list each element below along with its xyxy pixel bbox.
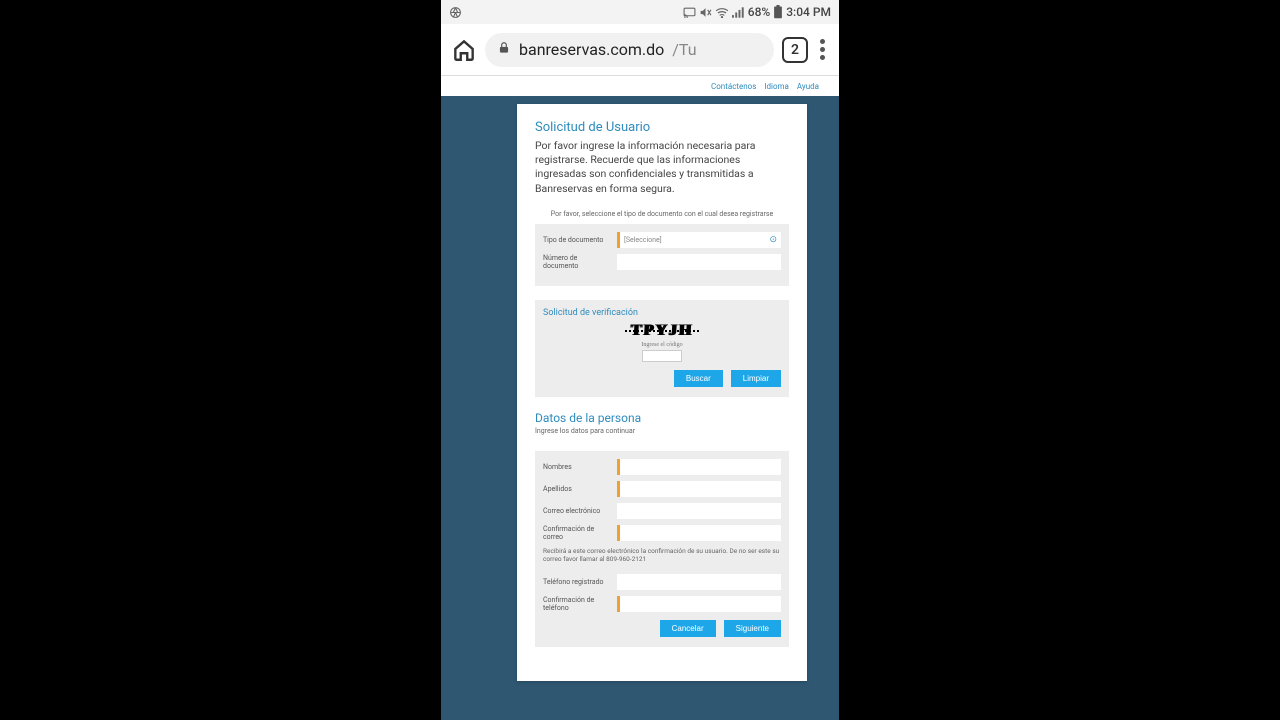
- person-section: Nombres Apellidos Correo electrónico Con…: [535, 451, 789, 647]
- page-viewport: Contáctenos Idioma Ayuda Solicitud de Us…: [441, 76, 839, 720]
- phone-confirm-label: Confirmación de teléfono: [543, 596, 611, 612]
- header-links: Contáctenos Idioma Ayuda: [441, 76, 839, 96]
- nombres-label: Nombres: [543, 463, 611, 471]
- battery-text: 68%: [748, 5, 770, 19]
- email-confirm-input[interactable]: [617, 525, 781, 541]
- battery-icon: [773, 5, 783, 19]
- phone-confirm-input[interactable]: [617, 596, 781, 612]
- captcha-hint: Ingrese el código: [641, 342, 682, 348]
- email-note: Recibirá a este correo electrónico la co…: [543, 547, 781, 564]
- mute-icon: [699, 6, 712, 19]
- captcha-input[interactable]: [642, 350, 682, 362]
- signal-icon: [732, 7, 745, 18]
- document-section: Tipo de documento [Seleccione] ⊙ Número …: [535, 224, 789, 286]
- doc-num-input[interactable]: [617, 254, 781, 270]
- doc-num-label: Número de documento: [543, 254, 611, 270]
- home-icon[interactable]: [451, 37, 477, 63]
- email-confirm-label: Confirmación de correo: [543, 525, 611, 541]
- nombres-input[interactable]: [617, 459, 781, 475]
- chevron-down-icon: ⊙: [769, 235, 777, 245]
- verification-section: Solicitud de verificación TPYJH Ingrese …: [535, 300, 789, 397]
- registration-card: Solicitud de Usuario Por favor ingrese l…: [517, 104, 807, 681]
- lock-icon: [497, 40, 511, 59]
- cast-icon: [683, 7, 696, 18]
- url-domain: banreservas.com.do: [519, 40, 664, 59]
- apellidos-input[interactable]: [617, 481, 781, 497]
- doc-type-select[interactable]: [Seleccione] ⊙: [617, 232, 781, 248]
- email-label: Correo electrónico: [543, 507, 611, 515]
- email-input[interactable]: [617, 503, 781, 519]
- phone-input[interactable]: [617, 574, 781, 590]
- clock-text: 3:04 PM: [786, 5, 831, 19]
- apellidos-label: Apellidos: [543, 485, 611, 493]
- person-sub: Ingrese los datos para continuar: [535, 427, 789, 435]
- menu-icon[interactable]: [816, 35, 829, 64]
- captcha-image: TPYJH: [630, 322, 693, 340]
- cancelar-button[interactable]: Cancelar: [660, 620, 716, 637]
- link-language[interactable]: Idioma: [764, 82, 789, 91]
- phone-label: Teléfono registrado: [543, 578, 611, 586]
- buscar-button[interactable]: Buscar: [674, 370, 723, 387]
- phone-frame: 68% 3:04 PM banreservas.com.do/Tu 2 Cont…: [441, 0, 839, 720]
- aperture-icon: [449, 6, 462, 19]
- person-title: Datos de la persona: [535, 411, 789, 425]
- url-path: /Tu: [672, 40, 696, 59]
- link-help[interactable]: Ayuda: [797, 82, 819, 91]
- doc-type-label: Tipo de documento: [543, 236, 611, 244]
- wifi-icon: [715, 7, 729, 18]
- siguiente-button[interactable]: Siguiente: [724, 620, 781, 637]
- tab-count-button[interactable]: 2: [782, 37, 808, 63]
- limpiar-button[interactable]: Limpiar: [731, 370, 781, 387]
- page-title: Solicitud de Usuario: [535, 120, 789, 135]
- doc-hint: Por favor, seleccione el tipo de documen…: [535, 210, 789, 218]
- link-contact[interactable]: Contáctenos: [711, 82, 756, 91]
- intro-text: Por favor ingrese la información necesar…: [535, 139, 789, 196]
- verify-title: Solicitud de verificación: [543, 308, 781, 318]
- browser-toolbar: banreservas.com.do/Tu 2: [441, 24, 839, 76]
- url-bar[interactable]: banreservas.com.do/Tu: [485, 33, 774, 67]
- status-bar: 68% 3:04 PM: [441, 0, 839, 24]
